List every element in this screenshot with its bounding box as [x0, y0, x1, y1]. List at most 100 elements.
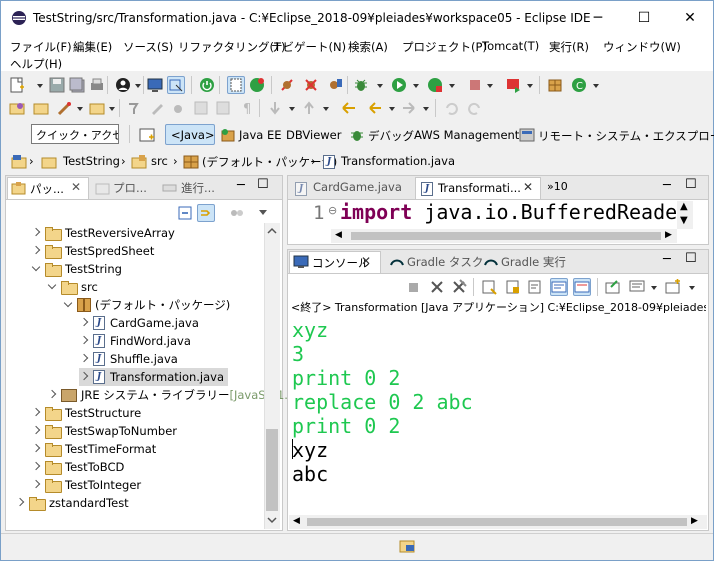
- menu-refactor[interactable]: リファクタリング(T): [178, 39, 286, 55]
- remove-launch-icon[interactable]: [429, 279, 445, 295]
- menu-help[interactable]: ヘルプ(H): [10, 56, 62, 72]
- power-icon[interactable]: [199, 77, 215, 93]
- open-task-icon[interactable]: [57, 100, 73, 116]
- expand-down-chevron-icon[interactable]: [63, 300, 73, 310]
- hscroll-thumb[interactable]: [351, 232, 661, 240]
- run-dropdown-chevron-icon[interactable]: [413, 84, 419, 88]
- open-type-icon[interactable]: [9, 100, 25, 116]
- run-icon[interactable]: [391, 77, 407, 93]
- minimize-view-icon[interactable]: ─: [237, 178, 245, 193]
- perspective-remote-systems[interactable]: リモート・システム・エクスプローラー: [538, 128, 714, 144]
- expand-right-chevron-icon[interactable]: [79, 336, 89, 346]
- breadcrumb-project[interactable]: TestString: [63, 154, 120, 168]
- perspective-javaee[interactable]: Java EE: [239, 128, 281, 142]
- scroll-up-chevron-icon[interactable]: ▲: [680, 201, 688, 212]
- quick-access-input[interactable]: クイック・アクセス: [31, 124, 119, 144]
- breadcrumb-package[interactable]: (デフォルト・パッケージ): [202, 154, 337, 170]
- scroll-left-chevron-icon[interactable]: ◀: [293, 516, 300, 526]
- pen-icon[interactable]: [149, 100, 165, 116]
- project-dropdown-chevron-icon[interactable]: [109, 107, 115, 111]
- forward-icon[interactable]: [401, 100, 417, 116]
- forward-dropdown-chevron-icon[interactable]: [423, 107, 429, 111]
- tree-item[interactable]: J Shuffle.java: [79, 350, 178, 368]
- collapse-all-icon[interactable]: [177, 205, 193, 221]
- scroll-up-chevron-icon[interactable]: [267, 227, 277, 235]
- minimize-editor-icon[interactable]: ─: [663, 178, 671, 193]
- toggle-block-icon[interactable]: [171, 100, 187, 116]
- git-icon[interactable]: [249, 77, 265, 93]
- redo-icon[interactable]: [467, 100, 483, 116]
- scroll-left-chevron-icon[interactable]: ◀: [335, 230, 342, 240]
- maximize-console-icon[interactable]: ☐: [685, 251, 697, 266]
- scroll-down-chevron-icon[interactable]: ▼: [680, 215, 688, 226]
- debug-dropdown-chevron-icon[interactable]: [377, 84, 383, 88]
- expand-down-chevron-icon[interactable]: [47, 282, 57, 292]
- close-button[interactable]: ✕: [667, 1, 713, 35]
- close-tab-icon[interactable]: ✕: [523, 180, 533, 194]
- menu-file[interactable]: ファイル(F): [10, 39, 72, 55]
- minimize-console-icon[interactable]: ─: [663, 252, 671, 267]
- tree-item[interactable]: (デフォルト・パッケージ): [63, 296, 230, 314]
- expand-right-chevron-icon[interactable]: [79, 354, 89, 364]
- display-console-chevron-icon[interactable]: [651, 286, 657, 290]
- user-account-icon[interactable]: [115, 77, 131, 93]
- word-wrap-console-icon[interactable]: [527, 279, 543, 295]
- stop-dropdown-chevron-icon[interactable]: [487, 84, 493, 88]
- menu-run[interactable]: 実行(R): [549, 39, 589, 55]
- tree-item[interactable]: TestSwapToNumber: [31, 422, 177, 440]
- tree-item[interactable]: src: [47, 278, 98, 296]
- expand-right-chevron-icon[interactable]: [79, 372, 89, 382]
- scroll-right-chevron-icon[interactable]: ▶: [665, 230, 672, 240]
- console-hscroll-thumb[interactable]: [307, 518, 687, 526]
- more-editors-button[interactable]: »10: [547, 180, 568, 193]
- tab-cardgame[interactable]: CardGame.java: [291, 177, 411, 199]
- pilcrow-icon[interactable]: ¶: [239, 100, 255, 116]
- tree-item[interactable]: TestToBCD: [31, 458, 124, 476]
- maximize-view-icon[interactable]: ☐: [257, 177, 269, 192]
- tree-item[interactable]: TestSpredSheet: [31, 242, 154, 260]
- bug-report-icon[interactable]: [279, 77, 295, 93]
- menu-window[interactable]: ウィンドウ(W): [603, 39, 681, 55]
- expand-right-chevron-icon[interactable]: [15, 498, 25, 508]
- new-dropdown-chevron-icon[interactable]: [37, 84, 43, 88]
- expand-right-chevron-icon[interactable]: [79, 318, 89, 328]
- tree-item[interactable]: TestTimeFormat: [31, 440, 156, 458]
- expand-right-chevron-icon[interactable]: [31, 228, 41, 238]
- scrollbar-thumb[interactable]: [266, 429, 278, 511]
- tree-item[interactable]: TestReversiveArray: [31, 224, 175, 242]
- menu-tomcat[interactable]: Tomcat(T): [482, 39, 539, 53]
- run-external-icon[interactable]: [505, 77, 521, 93]
- coverage-dropdown-chevron-icon[interactable]: [449, 84, 455, 88]
- save-icon[interactable]: [49, 77, 65, 93]
- tree-item[interactable]: JRE システム・ライブラリー [JavaSE-1.8]: [47, 386, 300, 404]
- prev-annotation-chevron-icon[interactable]: [323, 107, 329, 111]
- close-tab-icon[interactable]: ✕: [361, 254, 371, 268]
- open-console-icon[interactable]: [665, 279, 681, 295]
- external-dropdown-chevron-icon[interactable]: [527, 84, 533, 88]
- new-class-dropdown-chevron-icon[interactable]: [593, 84, 599, 88]
- perspective-debug[interactable]: デバッグ: [368, 128, 414, 144]
- close-tab-icon[interactable]: ✕: [71, 180, 81, 194]
- perspective-dbviewer[interactable]: DBViewer: [286, 128, 341, 142]
- tree-item[interactable]: J FindWord.java: [79, 332, 191, 350]
- new-file-icon[interactable]: [9, 77, 25, 93]
- menu-search[interactable]: 検索(A): [348, 39, 388, 55]
- menu-navigate[interactable]: ナビゲート(N): [271, 39, 346, 55]
- pin-console-icon[interactable]: [605, 279, 621, 295]
- open-console-chevron-icon[interactable]: [689, 286, 695, 290]
- fold-icon[interactable]: ⊖: [328, 204, 337, 217]
- print-icon[interactable]: [89, 77, 105, 93]
- breadcrumb-src[interactable]: src: [151, 154, 168, 168]
- scroll-lock-icon[interactable]: [505, 279, 521, 295]
- word-wrap-icon[interactable]: [215, 100, 231, 116]
- show-whitespace-icon[interactable]: [193, 100, 209, 116]
- tree-item[interactable]: J CardGame.java: [79, 314, 199, 332]
- scroll-right-chevron-icon[interactable]: ▶: [691, 516, 698, 526]
- menu-project[interactable]: プロジェクト(P): [402, 39, 487, 55]
- terminate-icon[interactable]: [405, 279, 421, 295]
- scroll-down-chevron-icon[interactable]: [267, 516, 277, 524]
- remove-all-terminated-icon[interactable]: [451, 279, 467, 295]
- bug-cancel-icon[interactable]: [303, 77, 319, 93]
- clear-console-icon[interactable]: [481, 279, 497, 295]
- expand-right-chevron-icon[interactable]: [47, 390, 57, 400]
